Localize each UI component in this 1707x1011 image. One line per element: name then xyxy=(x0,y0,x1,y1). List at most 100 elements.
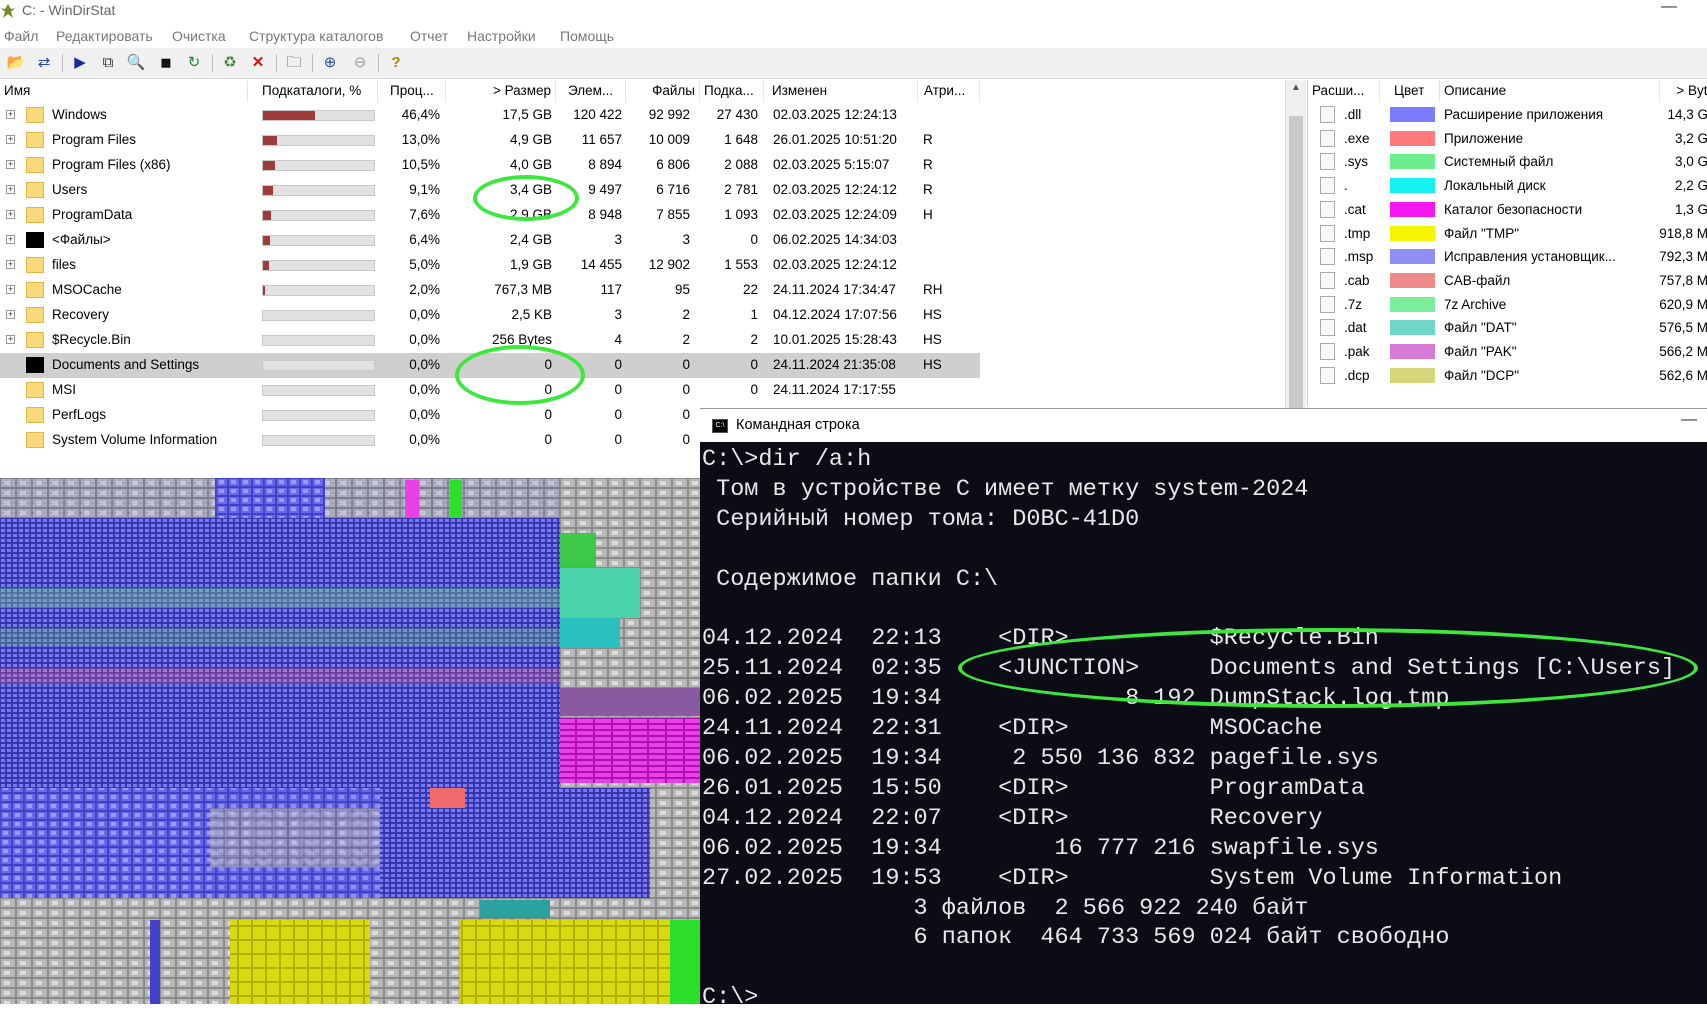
tree-cell-subdirs: 0 xyxy=(750,357,758,372)
menu-edit[interactable]: Редактировать xyxy=(56,28,153,44)
tree-cell-items: 3 xyxy=(614,307,622,322)
col-header-subdirs-pct[interactable]: Подкаталоги, % xyxy=(258,80,378,102)
ext-cell-bytes: 757,8 M xyxy=(1659,272,1707,288)
new-folder-icon[interactable]: 🗀 xyxy=(284,53,304,73)
tree-row[interactable]: + Program Files (x86) 10,5% 4,0 GB 8 894 6 80… xyxy=(0,153,980,178)
tree-cell-pct: 10,5% xyxy=(401,157,440,172)
expand-icon[interactable]: + xyxy=(6,235,15,244)
tree-row[interactable]: + Windows 46,4% 17,5 GB 120 422 92 992 27 430 0… xyxy=(0,103,980,128)
window-title: C: - WinDirStat xyxy=(22,2,116,18)
extension-row[interactable]: .dat Файл "DAT" 576,5 M xyxy=(1308,316,1707,340)
extension-row[interactable]: .cab CAB-файл 757,8 M xyxy=(1308,269,1707,293)
recycle-icon[interactable]: ♻ xyxy=(220,53,240,73)
file-type-icon xyxy=(1320,129,1335,147)
col-header-percent[interactable]: Проц... xyxy=(386,80,446,102)
tree-cell-files: 0 xyxy=(682,407,690,422)
col-header-attributes[interactable]: Атри... xyxy=(920,80,980,102)
menu-help[interactable]: Помощь xyxy=(560,28,614,44)
extension-row[interactable]: .pak Файл "PAK" 566,2 M xyxy=(1308,340,1707,364)
tree-cell-name: $Recycle.Bin xyxy=(52,332,131,347)
open-icon[interactable]: 📂 xyxy=(6,53,26,73)
cmd-icon[interactable]: ▩ xyxy=(156,53,176,73)
help-icon[interactable]: ? xyxy=(386,53,406,73)
subdirs-pct-bar xyxy=(262,185,375,196)
title-bar: C: - WinDirStat — xyxy=(0,0,1707,24)
menu-cleanup[interactable]: Очистка xyxy=(172,28,226,44)
extension-row[interactable]: .sys Системный файл 3,0 G xyxy=(1308,150,1707,174)
expand-icon[interactable]: + xyxy=(6,210,15,219)
menu-report[interactable]: Отчет xyxy=(410,28,448,44)
expand-icon[interactable]: + xyxy=(6,260,15,269)
menu-tree[interactable]: Структура каталогов xyxy=(249,28,383,44)
extension-row[interactable]: .tmp Файл "TMP" 918,8 M xyxy=(1308,222,1707,246)
ext-cell-desc: Системный файл xyxy=(1444,154,1554,170)
ext-cell-desc: Файл "TMP" xyxy=(1444,225,1520,241)
expand-icon[interactable]: + xyxy=(6,285,15,294)
expand-icon[interactable]: + xyxy=(6,135,15,144)
zoom-out-icon[interactable]: ⊖ xyxy=(350,53,370,73)
tree-row[interactable]: + files 5,0% 1,9 GB 14 455 12 902 1 553 02.03.2… xyxy=(0,253,980,278)
zoom-in-icon[interactable]: ⊕ xyxy=(320,53,340,73)
tree-cell-files: 7 855 xyxy=(656,207,690,222)
extension-row[interactable]: .dll Расширение приложения 14,3 G xyxy=(1308,103,1707,127)
extension-row[interactable]: .cat Каталог безопасности 1,3 G xyxy=(1308,198,1707,222)
annotation-ellipse-junction xyxy=(958,628,1698,708)
menu-file[interactable]: Файл xyxy=(4,28,38,44)
tree-cell-size: 0 xyxy=(544,407,552,422)
scroll-up-icon[interactable]: ▲ xyxy=(1291,82,1301,93)
copy-icon[interactable]: ⧉ xyxy=(98,53,118,73)
col-header-items[interactable]: Элем... xyxy=(564,80,626,102)
tree-cell-name: System Volume Information xyxy=(52,432,218,447)
expand-icon[interactable]: + xyxy=(6,160,15,169)
menu-settings[interactable]: Настройки xyxy=(467,28,536,44)
tree-cell-size: 4,9 GB xyxy=(509,132,552,147)
ext-cell-ext: . xyxy=(1344,178,1348,194)
refresh-all-icon[interactable]: ↻ xyxy=(184,53,204,73)
ext-cell-bytes: 918,8 M xyxy=(1659,225,1707,241)
refresh-icon[interactable]: ⇄ xyxy=(34,53,54,73)
menu-bar: Файл Редактировать Очистка Структура кат… xyxy=(0,24,1707,48)
tree-row[interactable]: + Program Files 13,0% 4,9 GB 11 657 10 009 1 6… xyxy=(0,128,980,153)
ext-col-header-color[interactable]: Цвет xyxy=(1390,80,1440,102)
extension-row[interactable]: . Локальный диск 2,2 G xyxy=(1308,174,1707,198)
col-header-subdirs[interactable]: Подка... xyxy=(700,80,764,102)
treemap[interactable] xyxy=(0,478,700,1004)
tree-cell-modified: 02.03.2025 12:24:12 xyxy=(773,182,897,197)
extension-row[interactable]: .msp Исправления установщик... 792,3 M xyxy=(1308,245,1707,269)
col-header-files[interactable]: Файлы xyxy=(636,80,700,102)
ext-cell-ext: .tmp xyxy=(1344,225,1371,241)
ext-color-swatch xyxy=(1390,225,1435,241)
extension-list[interactable]: Расши... Цвет Описание > Byte .dll Расшир… xyxy=(1307,80,1707,406)
ext-color-swatch xyxy=(1390,249,1435,265)
expand-icon[interactable]: + xyxy=(6,185,15,194)
tree-cell-items: 11 657 xyxy=(581,132,622,147)
ext-col-header-ext[interactable]: Расши... xyxy=(1308,80,1380,102)
expand-icon[interactable]: + xyxy=(6,110,15,119)
tree-cell-pct: 46,4% xyxy=(401,107,440,122)
explorer-icon[interactable]: 🔍 xyxy=(126,53,146,73)
col-header-name[interactable]: Имя xyxy=(0,80,248,102)
delete-icon[interactable]: ✕ xyxy=(248,53,268,73)
extension-row[interactable]: .dcp Файл "DCP" 562,6 M xyxy=(1308,364,1707,388)
ext-col-header-desc[interactable]: Описание xyxy=(1440,80,1660,102)
expand-icon[interactable]: + xyxy=(6,335,15,344)
tree-cell-attributes: RH xyxy=(923,282,943,297)
expand-icon[interactable]: + xyxy=(6,310,15,319)
col-header-modified[interactable]: Изменен xyxy=(768,80,918,102)
extension-row[interactable]: .7z 7z Archive 620,9 M xyxy=(1308,293,1707,317)
extension-row[interactable]: .exe Приложение 3,2 G xyxy=(1308,127,1707,151)
play-icon[interactable]: ▶ xyxy=(70,53,90,73)
ext-cell-ext: .exe xyxy=(1344,130,1370,146)
cmd-minimize-button[interactable]: — xyxy=(1681,411,1697,429)
file-type-icon xyxy=(1320,366,1335,384)
minimize-button[interactable]: — xyxy=(1661,0,1677,16)
ext-cell-bytes: 566,2 M xyxy=(1659,344,1707,359)
tree-row[interactable]: + Recovery 0,0% 2,5 KB 3 2 1 04.12.2024 17:07:5… xyxy=(0,303,980,328)
tree-cell-name: Program Files xyxy=(52,132,137,147)
cmd-console[interactable]: C:\>dir /a:h Том в устройстве C имеет ме… xyxy=(700,442,1707,1011)
tree-cell-modified: 24.11.2024 17:34:47 xyxy=(773,282,896,297)
col-header-size[interactable]: > Размер xyxy=(446,80,556,102)
ext-col-header-bytes[interactable]: > Byte xyxy=(1660,80,1707,102)
tree-row[interactable]: + <Файлы> 6,4% 2,4 GB 3 3 0 06.02.2025 14:34:03 xyxy=(0,228,980,253)
tree-row[interactable]: + MSOCache 2,0% 767,3 MB 117 95 22 24.11.2024 1… xyxy=(0,278,980,303)
